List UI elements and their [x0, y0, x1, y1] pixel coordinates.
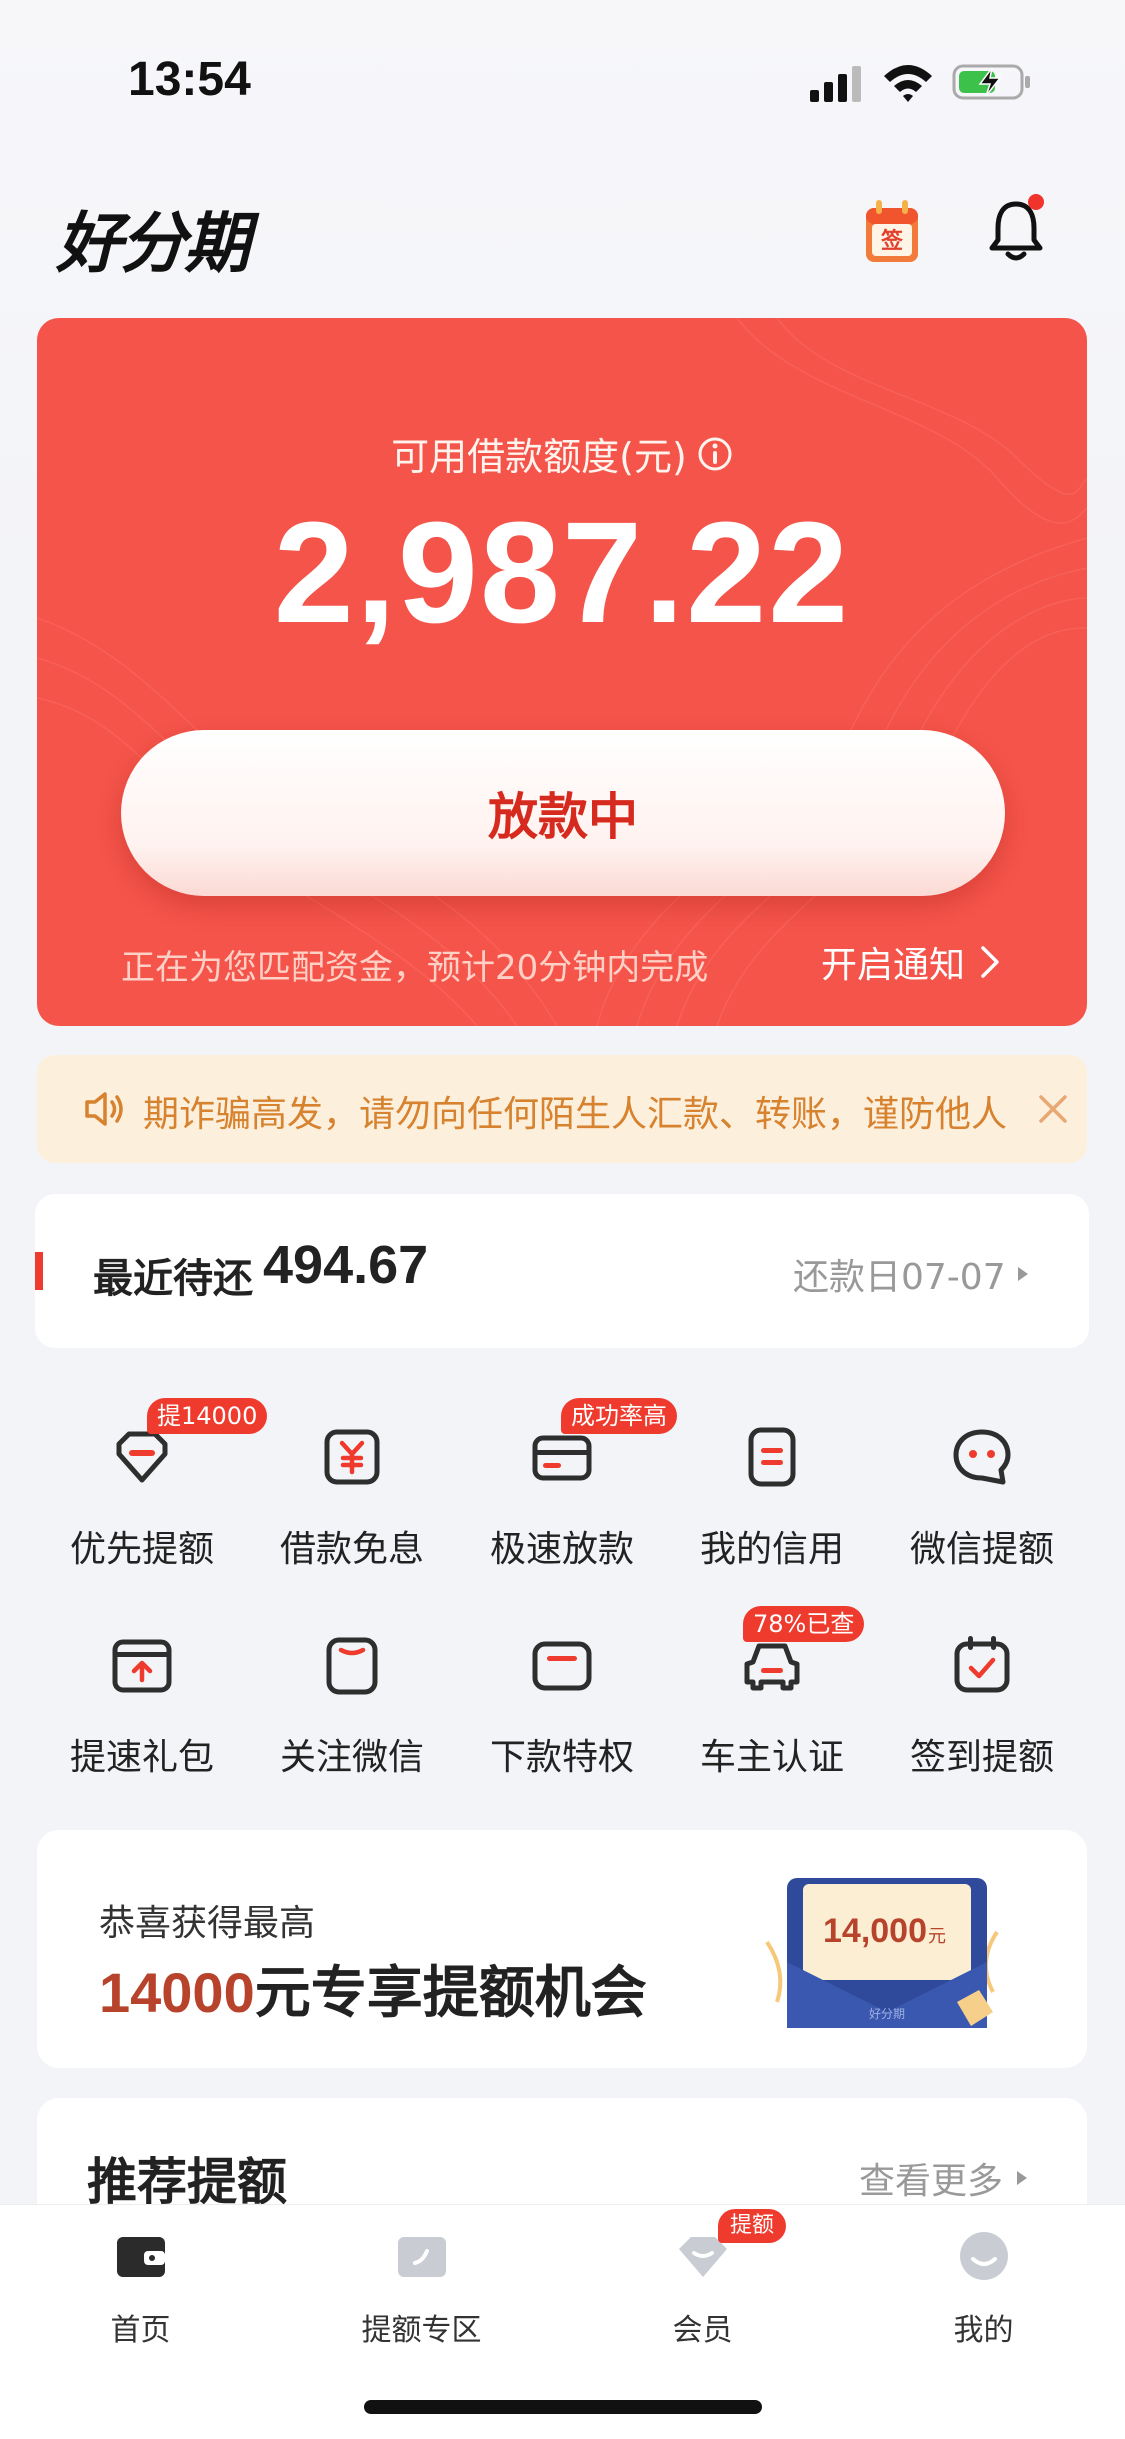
promo-limit-card[interactable]: 恭喜获得最高 14000元专享提额机会 14,000 元 好分期 [37, 1830, 1087, 2068]
promo-amount: 14000 [99, 1961, 255, 2024]
credit-label: 可用借款额度(元) [391, 435, 687, 479]
feature-label: 车主认证 [699, 1737, 844, 1778]
feature-badge: 78%已查 [743, 1606, 865, 1642]
triangle-right-icon [1017, 2171, 1028, 2185]
window-icon [532, 1641, 592, 1691]
loan-status-button[interactable]: 放款中 [121, 730, 1005, 896]
envelope-illustration: 14,000 元 好分期 [765, 1878, 999, 2028]
info-icon[interactable] [697, 436, 733, 472]
notification-button[interactable] [986, 194, 1046, 266]
feature-priority-limit[interactable]: 提14000 优先提额 [37, 1380, 268, 1580]
feature-fast-loan[interactable]: 成功率高 极速放款 [457, 1380, 677, 1580]
notice-text: 期诈骗高发，请勿向任何陌生人汇款、转账，谨防他人 [143, 1094, 1008, 1135]
nav-profile[interactable]: 我的 [843, 2205, 1124, 2365]
feature-wechat-limit[interactable]: 微信提额 [877, 1380, 1087, 1580]
nav-limit-zone[interactable]: 提额专区 [281, 2205, 562, 2365]
bell-icon [989, 194, 1044, 261]
envelope-brand: 好分期 [869, 2007, 905, 2021]
nav-membership[interactable]: 提额 会员 [562, 2205, 843, 2365]
promo-title: 14000元专享提额机会 [99, 1948, 647, 2029]
profile-icon [960, 2232, 1008, 2280]
notice-marquee: 期诈骗高发，请勿向任何陌生人汇款、转账，谨防他人 [143, 1055, 1023, 1163]
feature-interest-free[interactable]: 借款免息 [247, 1380, 457, 1580]
triangle-right-icon [1017, 1267, 1028, 1281]
nav-label: 首页 [110, 2313, 171, 2348]
repay-label: 最近待还 [93, 1256, 253, 1302]
nav-label: 我的 [953, 2313, 1014, 2348]
notification-dot [1028, 194, 1044, 210]
wifi-icon [884, 65, 932, 102]
feature-follow-wechat[interactable]: 关注微信 [247, 1588, 457, 1788]
promo-subtitle: 恭喜获得最高 [99, 1903, 316, 1944]
feature-signin-limit[interactable]: 签到提额 [877, 1588, 1087, 1788]
promo-title-suffix: 元专享提额机会 [254, 1961, 647, 2026]
wallet-icon [117, 2237, 165, 2277]
app-logo: 好分期 [56, 205, 250, 282]
envelope-amount: 14,000 [823, 1912, 927, 1950]
feature-label: 极速放款 [489, 1529, 634, 1570]
credit-label-row: 可用借款额度(元) [37, 426, 1087, 481]
view-more-label: 查看更多 [859, 2161, 1004, 2202]
status-bar: 13:54 [0, 0, 1125, 150]
yuan-icon [324, 1429, 380, 1485]
accent-bar [35, 1252, 43, 1290]
calendar-signin-icon: 签 [866, 200, 918, 262]
feature-label: 下款特权 [489, 1737, 634, 1778]
repay-due-date: 还款日07-07 [793, 1248, 1030, 1300]
smile-box-icon [326, 1637, 378, 1695]
feature-label: 微信提额 [909, 1529, 1054, 1570]
nav-label: 提额专区 [361, 2313, 482, 2348]
feature-label: 提速礼包 [69, 1737, 214, 1778]
card-wave-decoration [37, 318, 1087, 1026]
feature-my-credit[interactable]: 我的信用 [667, 1380, 877, 1580]
feature-label: 借款免息 [279, 1529, 424, 1570]
anti-fraud-notice: 期诈骗高发，请勿向任何陌生人汇款、转账，谨防他人 [37, 1055, 1087, 1163]
signin-label: 签 [880, 228, 904, 254]
feature-label: 关注微信 [279, 1737, 424, 1778]
view-more-link[interactable]: 查看更多 [859, 2152, 1029, 2204]
repay-amount: 494.67 [263, 1235, 429, 1295]
feature-speed-gift[interactable]: 提速礼包 [37, 1588, 247, 1788]
nav-badge: 提额 [718, 2209, 787, 2243]
gift-box-icon [112, 1639, 172, 1693]
feature-grid: 提14000 优先提额 借款免息 成功率高 极速放款 我的信用 微信提额 提速礼… [37, 1380, 1087, 1800]
envelope-unit: 元 [928, 1926, 946, 1947]
feature-loan-privilege[interactable]: 下款特权 [457, 1588, 667, 1788]
notify-label: 开启通知 [821, 945, 966, 986]
nav-home[interactable]: 首页 [0, 2205, 281, 2365]
close-icon[interactable] [1037, 1093, 1069, 1125]
speaker-icon [85, 1092, 123, 1126]
repay-date-text: 还款日07-07 [793, 1257, 1006, 1298]
chat-icon [953, 1429, 1011, 1485]
loan-status-text: 正在为您匹配资金，预计20分钟内完成 [121, 948, 709, 988]
chevron-right-icon [981, 946, 999, 978]
upcoming-repayment-card[interactable]: 最近待还 494.67 还款日07-07 [35, 1194, 1089, 1348]
feature-car-owner[interactable]: 78%已查 车主认证 [667, 1588, 877, 1788]
nav-label: 会员 [672, 2313, 733, 2348]
home-indicator[interactable] [364, 2400, 762, 2414]
status-time: 13:54 [128, 53, 251, 106]
feature-label: 签到提额 [909, 1737, 1054, 1778]
feature-label: 优先提额 [69, 1529, 214, 1570]
daily-signin-button[interactable]: 签 [862, 198, 922, 266]
feature-badge: 成功率高 [561, 1398, 677, 1434]
enable-notification-link[interactable]: 开启通知 [821, 936, 1001, 988]
calendar-check-icon [954, 1636, 1010, 1693]
feature-label: 我的信用 [699, 1529, 844, 1570]
credit-amount: 2,987.22 [273, 492, 851, 653]
credit-limit-card: 可用借款额度(元) 2,987.22 放款中 正在为您匹配资金，预计20分钟内完… [37, 318, 1087, 1026]
card-swipe-icon [398, 2237, 446, 2277]
cellular-signal-icon [810, 66, 861, 102]
battery-charging-icon [952, 64, 1030, 100]
document-icon [748, 1427, 796, 1487]
